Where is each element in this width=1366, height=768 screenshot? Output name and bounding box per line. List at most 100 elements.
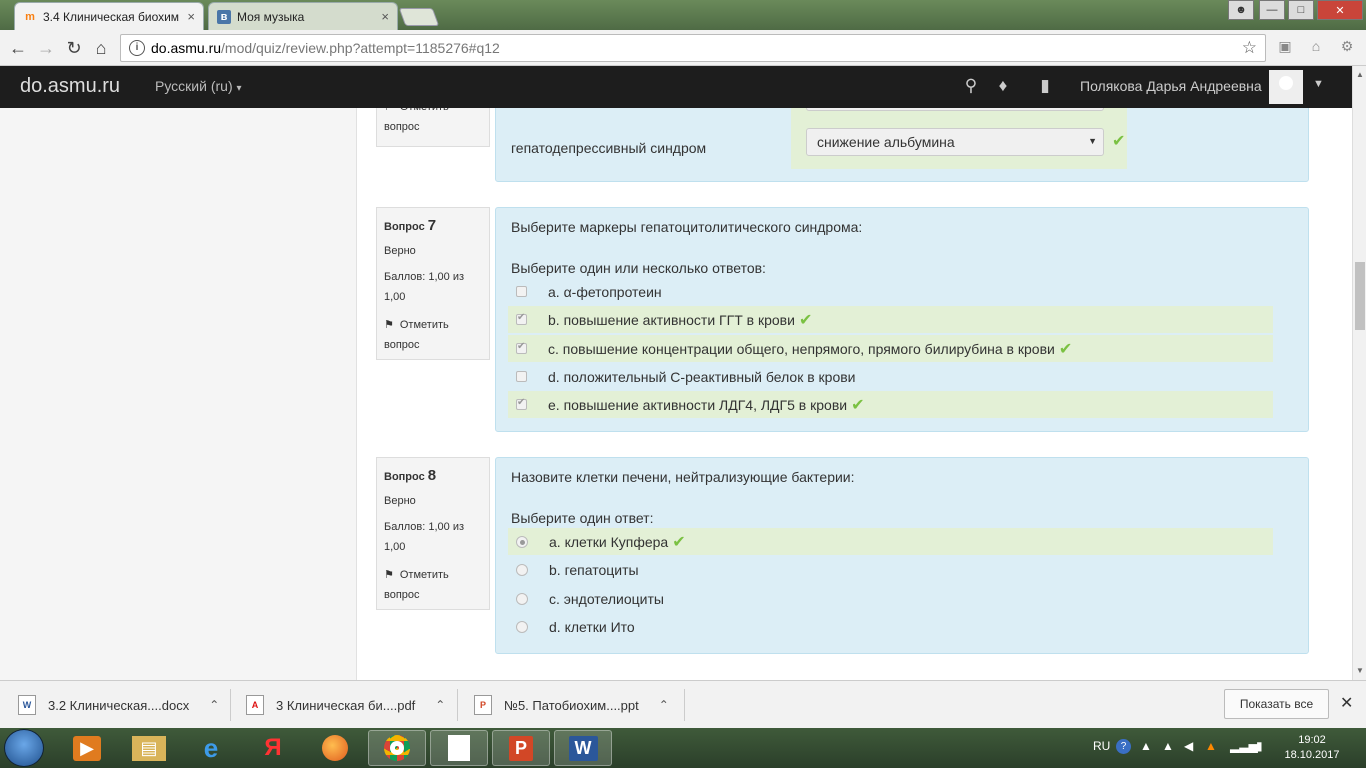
answer-checkbox[interactable]: [516, 341, 527, 354]
answer-option[interactable]: b. гепатоциты: [508, 556, 1273, 583]
flag-question-q6[interactable]: ⚑ Отметить: [384, 108, 482, 117]
browser-tabstrip: m 3.4 Клиническая биохим × в Моя музыка …: [0, 0, 1366, 30]
info-icon[interactable]: i: [129, 40, 145, 56]
antivirus-icon[interactable]: ▲: [1205, 739, 1217, 753]
question-info-q6: ⚑ Отметить вопрос: [376, 108, 490, 147]
explorer-icon[interactable]: ▤: [120, 730, 178, 766]
answer-radio[interactable]: [516, 563, 528, 576]
tray-icon[interactable]: ▲: [1162, 739, 1174, 753]
user-name[interactable]: Полякова Дарья Андреевна: [1080, 78, 1262, 94]
close-icon[interactable]: ×: [187, 9, 195, 24]
battery-icon[interactable]: ▮: [1256, 739, 1263, 753]
chrome-icon[interactable]: [368, 730, 426, 766]
answer-prompt: Выберите один ответ:: [511, 510, 654, 526]
extension-icon[interactable]: ▣: [1276, 38, 1294, 56]
question-state: Верно: [384, 495, 416, 507]
help-icon[interactable]: ?: [1116, 739, 1131, 754]
avatar[interactable]: [1269, 70, 1303, 104]
answer-option[interactable]: a. клетки Купфера ✔: [508, 528, 1273, 555]
answer-radio[interactable]: [516, 535, 528, 548]
chevron-down-icon: ▼: [1088, 136, 1097, 146]
answer-checkbox[interactable]: [516, 286, 527, 297]
answer-option[interactable]: d. положительный С-реактивный белок в кр…: [508, 363, 1273, 390]
close-icon[interactable]: ✕: [1340, 693, 1353, 713]
question-grade: 1,00: [384, 291, 406, 303]
answer-radio[interactable]: [516, 620, 528, 633]
chevron-up-icon[interactable]: ⌃: [435, 698, 445, 712]
media-player-icon[interactable]: ▶: [58, 730, 116, 766]
select-value: снижение альбумина: [817, 134, 955, 150]
flag-label: Отметить: [399, 319, 449, 331]
back-icon[interactable]: ←: [8, 38, 28, 58]
answer-checkbox[interactable]: [516, 371, 527, 382]
answer-label: b. гепатоциты: [549, 561, 639, 578]
forward-icon[interactable]: →: [36, 38, 56, 58]
download-item[interactable]: A 3 Клиническая би....pdf ⌃: [246, 689, 445, 721]
message-icon[interactable]: ▮: [1034, 76, 1056, 98]
home-icon[interactable]: ⌂: [91, 38, 111, 58]
scrollbar-thumb[interactable]: [1355, 262, 1365, 330]
question-info-q7: Вопрос 7 Верно Баллов: 1,00 из 1,00 ⚑ От…: [376, 207, 490, 360]
download-item[interactable]: P №5. Патобиохим....ppt ⌃: [474, 689, 669, 721]
language-menu[interactable]: Русский (ru) ▾: [155, 78, 242, 94]
bookmark-star-icon[interactable]: ☆: [1242, 38, 1257, 58]
bell-icon[interactable]: ♦: [992, 76, 1014, 98]
answer-option[interactable]: c. эндотелиоциты: [508, 585, 1273, 612]
tray-language[interactable]: RU: [1093, 739, 1110, 753]
chevron-up-icon[interactable]: ⌃: [209, 698, 219, 712]
answer-option[interactable]: e. повышение активности ЛДГ4, ЛДГ5 в кро…: [508, 391, 1273, 418]
answer-option[interactable]: b. повышение активности ГГТ в крови ✔: [508, 306, 1273, 333]
chevron-down-icon[interactable]: ▼: [1313, 78, 1324, 90]
firefox-icon[interactable]: [306, 730, 364, 766]
minimize-button[interactable]: —: [1259, 0, 1285, 20]
select-answer[interactable]: [806, 108, 1104, 111]
tray-clock[interactable]: 19:02 18.10.2017: [1282, 733, 1342, 763]
question-number: Вопрос 8: [384, 467, 437, 484]
word-icon[interactable]: W: [554, 730, 612, 766]
tab-music[interactable]: в Моя музыка ×: [208, 2, 398, 30]
scroll-down-icon[interactable]: ▼: [1356, 666, 1364, 675]
page-scrollbar[interactable]: ▲ ▼: [1352, 66, 1366, 680]
new-tab-button[interactable]: [398, 8, 440, 26]
download-filename: 3 Клиническая би....pdf: [276, 697, 416, 713]
address-bar[interactable]: i do.asmu.ru/mod/quiz/review.php?attempt…: [120, 34, 1266, 62]
answer-checkbox[interactable]: [516, 312, 527, 325]
question-text: Выберите маркеры гепатоцитолитического с…: [511, 219, 863, 235]
flag-question-q7[interactable]: ⚑ Отметить: [384, 315, 482, 335]
reload-icon[interactable]: ↻: [64, 38, 84, 58]
site-brand[interactable]: do.asmu.ru: [20, 75, 120, 98]
close-icon[interactable]: ×: [381, 9, 389, 24]
window-close-button[interactable]: ✕: [1317, 0, 1363, 20]
correct-check-icon: ✔: [798, 311, 813, 329]
tray-arrow-icon[interactable]: ▲: [1140, 739, 1152, 753]
internet-explorer-icon[interactable]: e: [182, 730, 240, 766]
user-profile-button[interactable]: ☻: [1228, 0, 1254, 20]
answer-option[interactable]: c. повышение концентрации общего, непрям…: [508, 335, 1273, 362]
vk-icon: в: [217, 9, 231, 24]
start-button[interactable]: [4, 729, 44, 767]
menu-icon[interactable]: ⚙: [1338, 38, 1356, 56]
download-item[interactable]: W 3.2 Клиническая....docx ⌃: [18, 689, 219, 721]
question-state: Верно: [384, 245, 416, 257]
network-signal-icon[interactable]: ▂▃▅: [1230, 739, 1258, 753]
volume-icon[interactable]: ◀: [1184, 739, 1193, 753]
yandex-icon[interactable]: Я: [244, 730, 302, 766]
show-all-downloads-button[interactable]: Показать все: [1224, 689, 1329, 719]
answer-checkbox[interactable]: [516, 397, 527, 410]
select-answer[interactable]: снижение альбумина ▼: [806, 128, 1104, 156]
answer-label: d. клетки Ито: [549, 618, 635, 635]
maximize-button[interactable]: □: [1288, 0, 1314, 20]
document-icon[interactable]: [430, 730, 488, 766]
search-icon[interactable]: ⚲: [960, 76, 982, 98]
chevron-up-icon[interactable]: ⌃: [659, 698, 669, 712]
scroll-up-icon[interactable]: ▲: [1356, 70, 1364, 79]
answer-option[interactable]: d. клетки Ито: [508, 613, 1273, 640]
pdf-icon: A: [246, 695, 264, 715]
tab-quiz[interactable]: m 3.4 Клиническая биохим ×: [14, 2, 204, 30]
answer-label: c. повышение концентрации общего, непрям…: [548, 340, 1055, 357]
flag-question-q8[interactable]: ⚑ Отметить: [384, 565, 482, 585]
powerpoint-icon[interactable]: P: [492, 730, 550, 766]
answer-radio[interactable]: [516, 592, 528, 605]
answer-option[interactable]: a. α-фетопротеин: [508, 278, 1273, 305]
extension-icon[interactable]: ⌂: [1307, 38, 1325, 56]
